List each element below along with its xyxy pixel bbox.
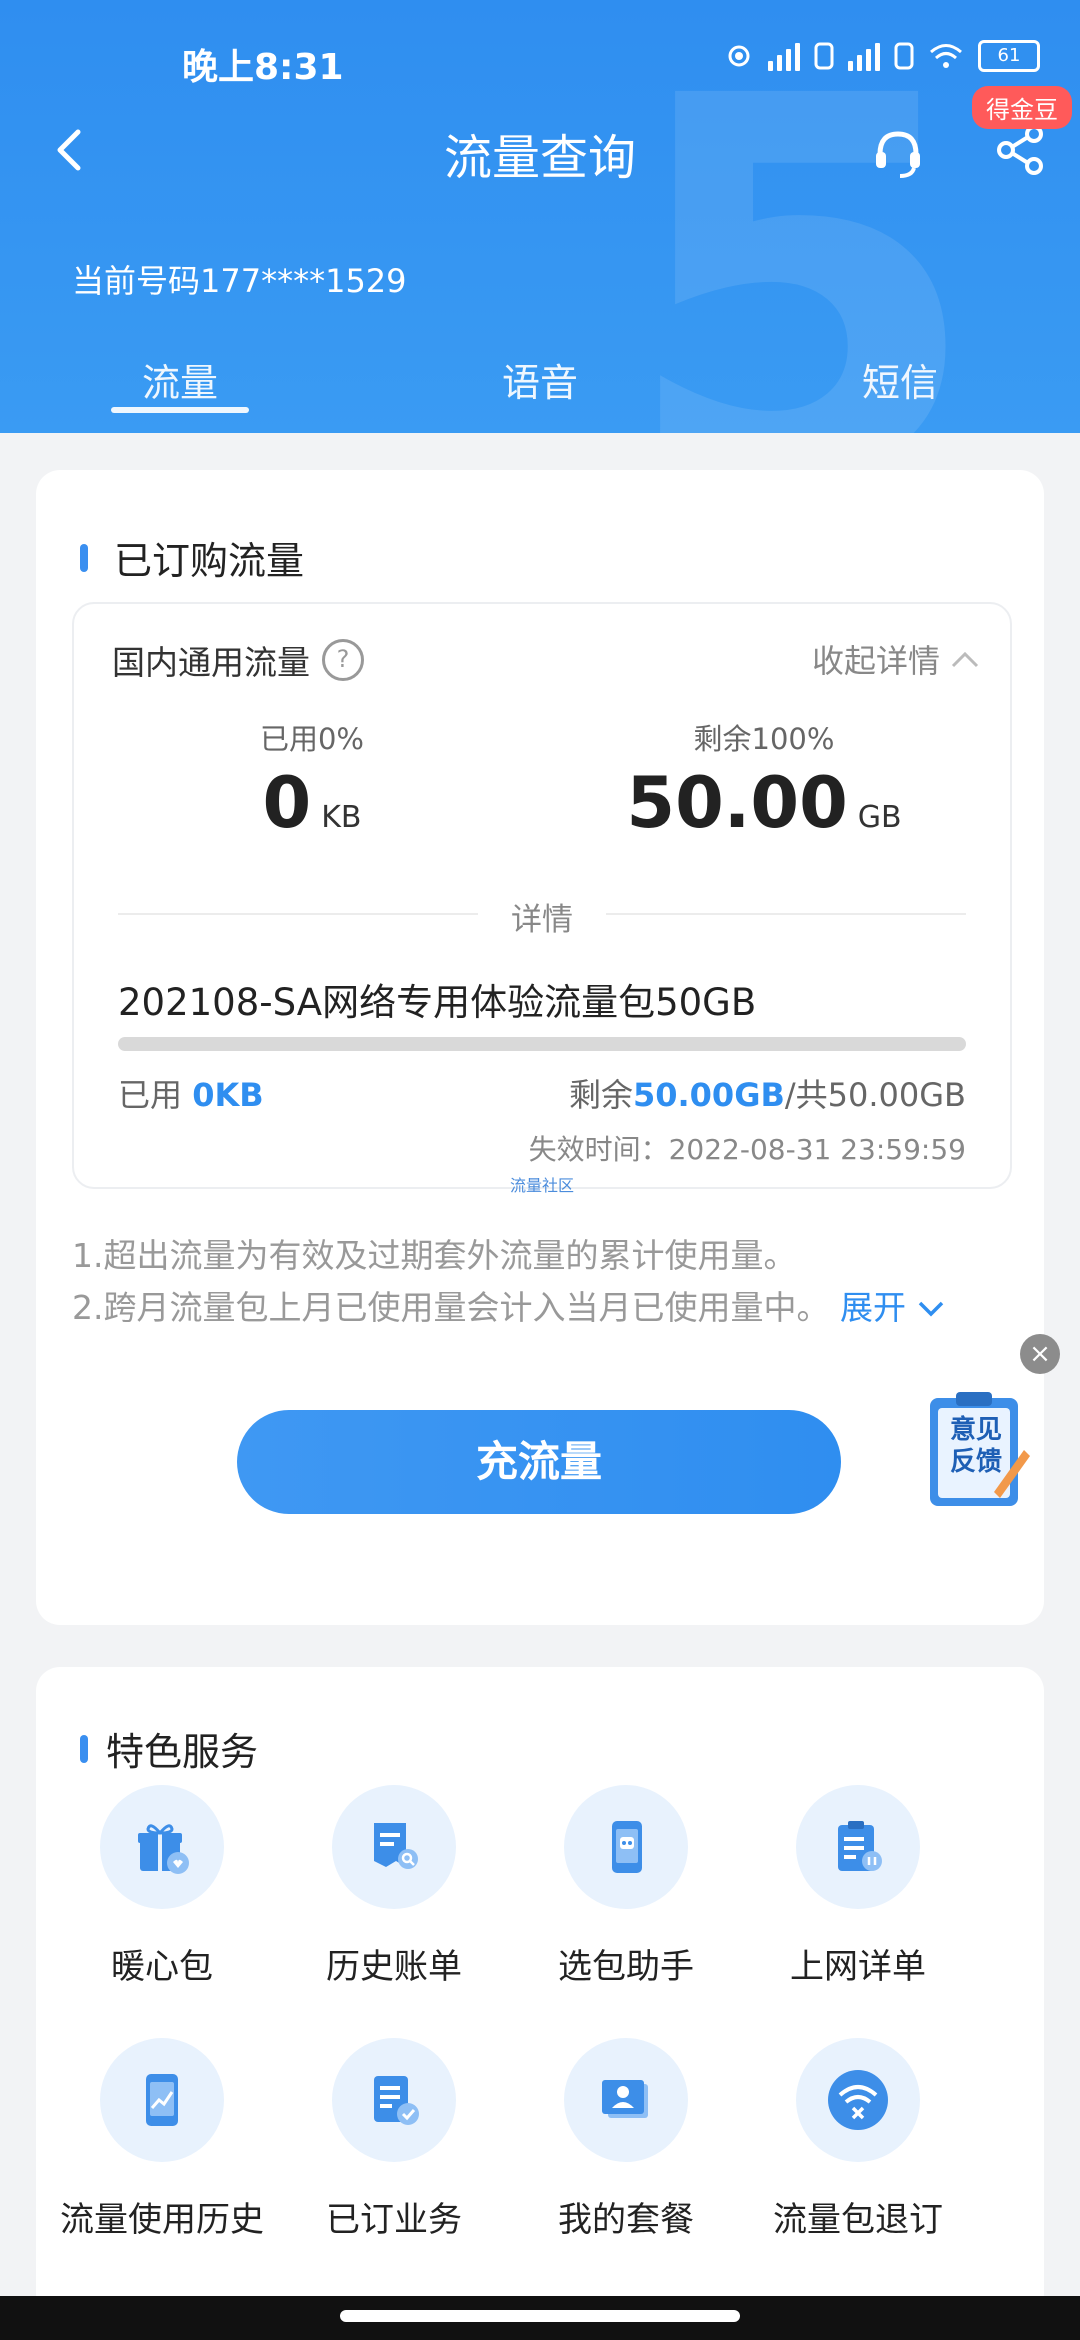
service-label: 流量包退订 (773, 2200, 943, 2240)
current-number: 当前号码177****1529 (72, 262, 407, 300)
watermark-text: 流量社区 (510, 1176, 575, 1195)
domestic-data-panel: 国内通用流量 ? 收起详情 已用0% 0 KB 剩余100% 50.00 GB 详情… (72, 602, 1012, 1195)
details-label: 详情 (511, 902, 573, 938)
wifi-cancel-icon (796, 2038, 920, 2162)
section-title-text: 已订购流量 (114, 539, 305, 583)
location-icon (728, 45, 750, 67)
service-my-plan[interactable]: 我的套餐 (500, 2038, 752, 2241)
service-label: 流量使用历史 (60, 2200, 264, 2240)
service-label: 我的套餐 (558, 2200, 694, 2240)
details-divider: 详情 (118, 894, 966, 938)
feedback-close-icon[interactable]: × (1020, 1334, 1060, 1374)
signal-icon (768, 41, 800, 71)
section-accent-bar (80, 1734, 88, 1763)
help-icon[interactable]: ? (322, 639, 364, 681)
tab-voice[interactable]: 语音 (360, 338, 720, 433)
tab-sms[interactable]: 短信 (720, 338, 1080, 433)
chevron-down-icon (918, 1301, 943, 1317)
doc-check-icon (332, 2038, 456, 2162)
service-unsubscribe-data[interactable]: 流量包退订 (732, 2038, 984, 2241)
service-label: 已订业务 (326, 2200, 462, 2240)
collapse-label: 收起详情 (811, 642, 940, 680)
status-icons: 61 (724, 40, 1040, 72)
expire-time: 失效时间：2022-08-31 23:59:59 (528, 1133, 966, 1166)
clipboard-icon (796, 1785, 920, 1909)
note-line-2-row: 2.跨月流量包上月已使用量会计入当月已使用量中。 展开 (72, 1282, 945, 1334)
chevron-up-icon (951, 651, 979, 668)
remain-prefix: 剩余 (568, 1076, 633, 1114)
used-amount-line: 已用 0KB (118, 1070, 264, 1116)
battery-icon: 61 (978, 40, 1040, 72)
service-label: 上网详单 (790, 1947, 926, 1987)
feedback-line-2: 反馈 (949, 1447, 1002, 1477)
system-navigation-bar (0, 2296, 1080, 2340)
expand-label: 展开 (840, 1288, 906, 1327)
remain-value: 50.00 (626, 762, 848, 844)
featured-services-card: 特色服务 暖心包 历史账单 选包助手 上网详单 流量使用历史 已订业务 我的套餐… (36, 1667, 1044, 2317)
gold-bean-badge[interactable]: 得金豆 (972, 86, 1072, 129)
feedback-line-1: 意见 (949, 1415, 1002, 1445)
remain-amount-line: 剩余50.00GB/共50.00GB (569, 1070, 966, 1116)
profile-card-icon (564, 2038, 688, 2162)
service-label: 暖心包 (111, 1947, 213, 1987)
wifi-icon (930, 44, 962, 68)
used-prefix: 已用 (118, 1076, 193, 1114)
remain-stat: 剩余100% 50.00 GB (604, 716, 924, 848)
hd-icon (814, 42, 834, 70)
section-accent-bar (80, 543, 88, 572)
header: 5 晚上8:31 61 流量查询 得金豆 当前号码177****1529 流量 … (0, 0, 1080, 433)
subscribed-data-card: 已订购流量 国内通用流量 ? 收起详情 已用0% 0 KB 剩余100% 50.0… (36, 470, 1044, 1625)
note-line-1: 1.超出流量为有效及过期套外流量的累计使用量。 (72, 1236, 797, 1275)
service-package-assistant[interactable]: 选包助手 (500, 1785, 752, 1988)
section-title-subscribed: 已订购流量 (80, 530, 304, 585)
tab-bar: 流量 语音 短信 (0, 338, 1080, 433)
service-label: 选包助手 (558, 1947, 694, 1987)
note-line-2: 2.跨月流量包上月已使用量会计入当月已使用量中。 (72, 1288, 830, 1327)
gift-icon (100, 1785, 224, 1909)
used-value-row: 0 KB (172, 758, 452, 848)
notes: 1.超出流量为有效及过期套外流量的累计使用量。 2.跨月流量包上月已使用量会计入… (72, 1230, 945, 1334)
used-amount: 0KB (192, 1076, 264, 1114)
recharge-data-button[interactable]: 充流量 (237, 1410, 841, 1514)
section-title-services: 特色服务 (80, 1721, 258, 1776)
used-value: 0 (262, 762, 312, 844)
hd-icon-2 (894, 42, 914, 70)
used-unit: KB (321, 800, 362, 835)
home-indicator[interactable] (340, 2310, 740, 2322)
expand-button[interactable]: 展开 (840, 1288, 945, 1327)
service-data-details[interactable]: 上网详单 (732, 1785, 984, 1988)
feedback-label: 意见 反馈 (936, 1414, 1016, 1478)
remain-unit: GB (857, 800, 902, 835)
service-label: 历史账单 (326, 1947, 462, 1987)
collapse-details-button[interactable]: 收起详情 (812, 636, 980, 682)
service-bill-history[interactable]: 历史账单 (268, 1785, 520, 1988)
customer-service-icon[interactable] (868, 122, 928, 182)
used-percent: 已用0% (259, 722, 364, 756)
service-subscribed[interactable]: 已订业务 (268, 2038, 520, 2241)
navbar: 流量查询 (0, 100, 1080, 210)
phone-chart-icon (100, 2038, 224, 2162)
total-amount: /共50.00GB (784, 1076, 966, 1114)
bill-search-icon (332, 1785, 456, 1909)
remain-value-row: 50.00 GB (604, 758, 924, 848)
robot-phone-icon (564, 1785, 688, 1909)
remain-percent: 剩余100% (693, 722, 835, 756)
used-stat: 已用0% 0 KB (172, 716, 452, 848)
section-title-text: 特色服务 (106, 1730, 259, 1774)
tab-data[interactable]: 流量 (0, 338, 360, 433)
data-category-label: 国内通用流量 (112, 643, 310, 682)
feedback-button[interactable]: 意见 反馈 (924, 1388, 1032, 1514)
signal-icon-2 (848, 41, 880, 71)
package-name: 202108-SA网络专用体验流量包50GB (118, 981, 757, 1024)
share-icon[interactable] (990, 120, 1050, 180)
remain-amount: 50.00GB (632, 1076, 785, 1114)
status-time: 晚上8:31 (182, 47, 344, 88)
usage-progress-bar (118, 1037, 966, 1051)
service-usage-history[interactable]: 流量使用历史 (36, 2038, 288, 2241)
service-warm-package[interactable]: 暖心包 (36, 1785, 288, 1988)
data-category: 国内通用流量 ? (112, 636, 364, 684)
